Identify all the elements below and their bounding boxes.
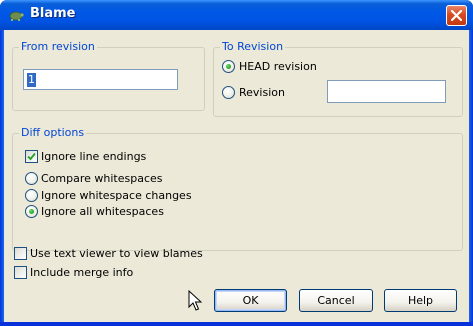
- dialog-body: From revision 1 To Revision HEAD revisio…: [4, 30, 469, 322]
- cancel-button[interactable]: Cancel: [299, 289, 373, 312]
- ignore-all-whitespaces-label[interactable]: Ignore all whitespaces: [41, 205, 164, 218]
- from-revision-value: 1: [27, 73, 36, 87]
- checkmark-icon: [27, 152, 36, 161]
- window-frame-right: [469, 30, 473, 326]
- revision-label[interactable]: Revision: [239, 86, 285, 99]
- mouse-cursor-icon: [188, 290, 202, 311]
- ok-button[interactable]: OK: [214, 289, 287, 312]
- compare-whitespaces-label[interactable]: Compare whitespaces: [41, 172, 163, 185]
- to-revision-label: To Revision: [220, 40, 286, 53]
- use-text-viewer-label[interactable]: Use text viewer to view blames: [30, 247, 203, 260]
- from-revision-group: From revision 1: [12, 40, 205, 111]
- help-button[interactable]: Help: [384, 289, 457, 312]
- ignore-whitespace-changes-radio[interactable]: [25, 189, 38, 202]
- window-frame-bottom: [0, 322, 473, 326]
- close-button[interactable]: [446, 5, 467, 26]
- title-bar[interactable]: Blame: [0, 0, 473, 30]
- diff-options-label: Diff options: [19, 126, 87, 139]
- ignore-all-whitespaces-radio[interactable]: [25, 205, 38, 218]
- to-revision-input[interactable]: [327, 80, 446, 103]
- to-revision-group: To Revision HEAD revision Revision: [213, 40, 463, 117]
- ignore-line-endings-label[interactable]: Ignore line endings: [41, 150, 146, 163]
- window-title: Blame: [30, 6, 76, 21]
- ignore-line-endings-checkbox[interactable]: [25, 150, 38, 163]
- compare-whitespaces-radio[interactable]: [25, 172, 38, 185]
- close-icon: [451, 10, 462, 21]
- head-revision-radio[interactable]: [222, 60, 235, 73]
- from-revision-input[interactable]: 1: [23, 69, 178, 90]
- blame-dialog: Blame From revision 1 To Revision HEAD r…: [0, 0, 473, 326]
- diff-options-group: Diff options Ignore line endings Compare…: [12, 126, 463, 251]
- revision-radio[interactable]: [222, 86, 235, 99]
- tortoise-icon: [9, 11, 24, 21]
- include-merge-info-label[interactable]: Include merge info: [30, 266, 133, 279]
- head-revision-label[interactable]: HEAD revision: [239, 60, 317, 73]
- from-revision-label: From revision: [19, 40, 97, 53]
- to-revision-field[interactable]: [328, 81, 445, 102]
- use-text-viewer-checkbox[interactable]: [14, 247, 27, 260]
- include-merge-info-checkbox[interactable]: [14, 266, 27, 279]
- ignore-whitespace-changes-label[interactable]: Ignore whitespace changes: [41, 189, 192, 202]
